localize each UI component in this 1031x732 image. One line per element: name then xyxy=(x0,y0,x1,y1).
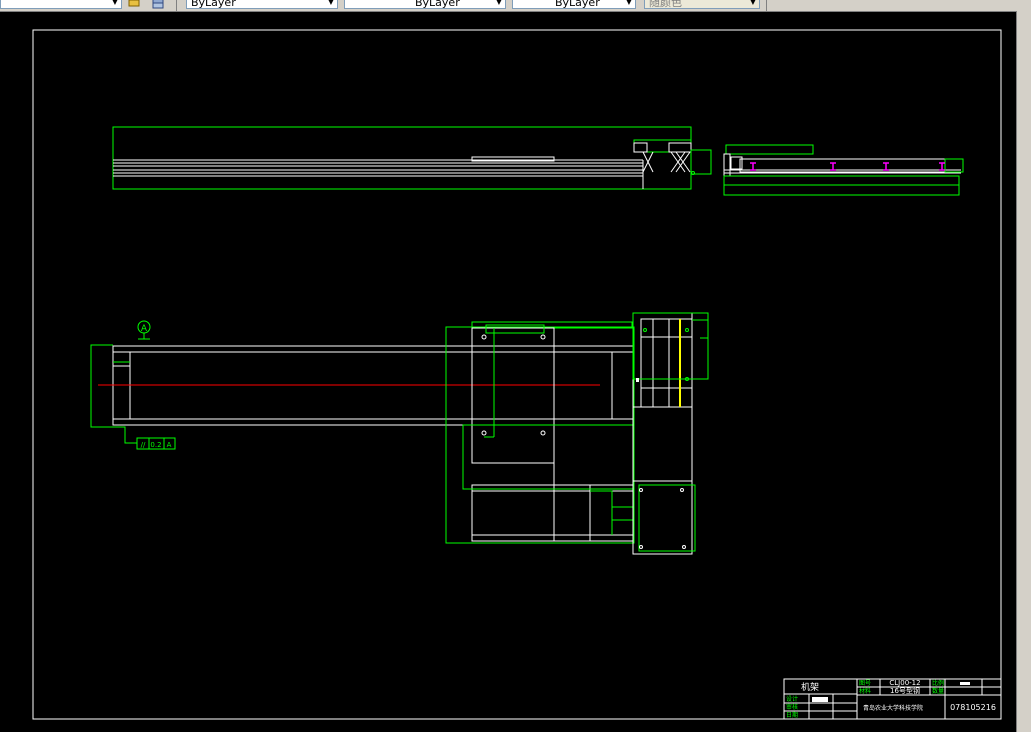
linetype-control[interactable]: ByLayer ▼ xyxy=(344,0,506,9)
layer-icon[interactable] xyxy=(128,0,142,9)
lineweight-control-value: ByLayer xyxy=(555,0,600,9)
layer-control[interactable]: ▼ xyxy=(0,0,122,9)
color-control-value: ByLayer xyxy=(191,0,236,9)
drawing-no-label: 图号 xyxy=(859,680,871,687)
linetype-control-value: ByLayer xyxy=(415,0,460,9)
plotstyle-control[interactable]: 随颜色 ▼ xyxy=(644,0,760,9)
chevron-down-icon: ▼ xyxy=(625,0,633,6)
toolbar-separator xyxy=(766,0,767,11)
checker-label: 审核 xyxy=(786,703,798,711)
material-label: 材料 xyxy=(859,687,871,695)
tolerance-symbol: // xyxy=(141,441,146,449)
datum-label: A xyxy=(141,324,148,334)
chevron-down-icon: ▼ xyxy=(327,0,335,6)
tolerance-value: 0.2 xyxy=(150,441,161,449)
chevron-down-icon: ▼ xyxy=(749,0,757,6)
tolerance-datum: A xyxy=(167,441,172,449)
school-name: 青岛农业大学科技学院 xyxy=(863,704,923,712)
scale-label: 比例 xyxy=(932,679,944,687)
material: 16号型钢 xyxy=(890,686,920,695)
drawing-canvas[interactable]: A // 0.2 A 机架 图号 CLJ00-12 材料 16号型钢 比例 数量… xyxy=(0,12,1017,732)
cad-application: ▼ ByLayer ▼ ByLayer ▼ ByLayer ▼ 随颜色 ▼ A … xyxy=(0,0,1031,732)
vertical-scrollbar[interactable] xyxy=(1016,11,1031,732)
part-name: 机架 xyxy=(801,681,819,693)
quantity-label: 数量 xyxy=(932,687,944,695)
designer-name-block xyxy=(812,697,828,702)
layer-stack-icon[interactable] xyxy=(151,0,165,9)
chevron-down-icon: ▼ xyxy=(495,0,503,6)
student-no: 078105216 xyxy=(950,703,996,712)
drawing-no: CLJ00-12 xyxy=(889,679,920,687)
plotstyle-control-value: 随颜色 xyxy=(649,0,682,9)
color-control[interactable]: ByLayer ▼ xyxy=(186,0,338,9)
date-label: 日期 xyxy=(786,711,798,719)
designer-label: 设计 xyxy=(786,695,798,703)
chevron-down-icon: ▼ xyxy=(111,0,119,6)
toolbar-separator xyxy=(176,0,177,11)
lineweight-control[interactable]: ByLayer ▼ xyxy=(512,0,636,9)
properties-toolbar: ▼ ByLayer ▼ ByLayer ▼ ByLayer ▼ 随颜色 ▼ xyxy=(0,0,1031,12)
